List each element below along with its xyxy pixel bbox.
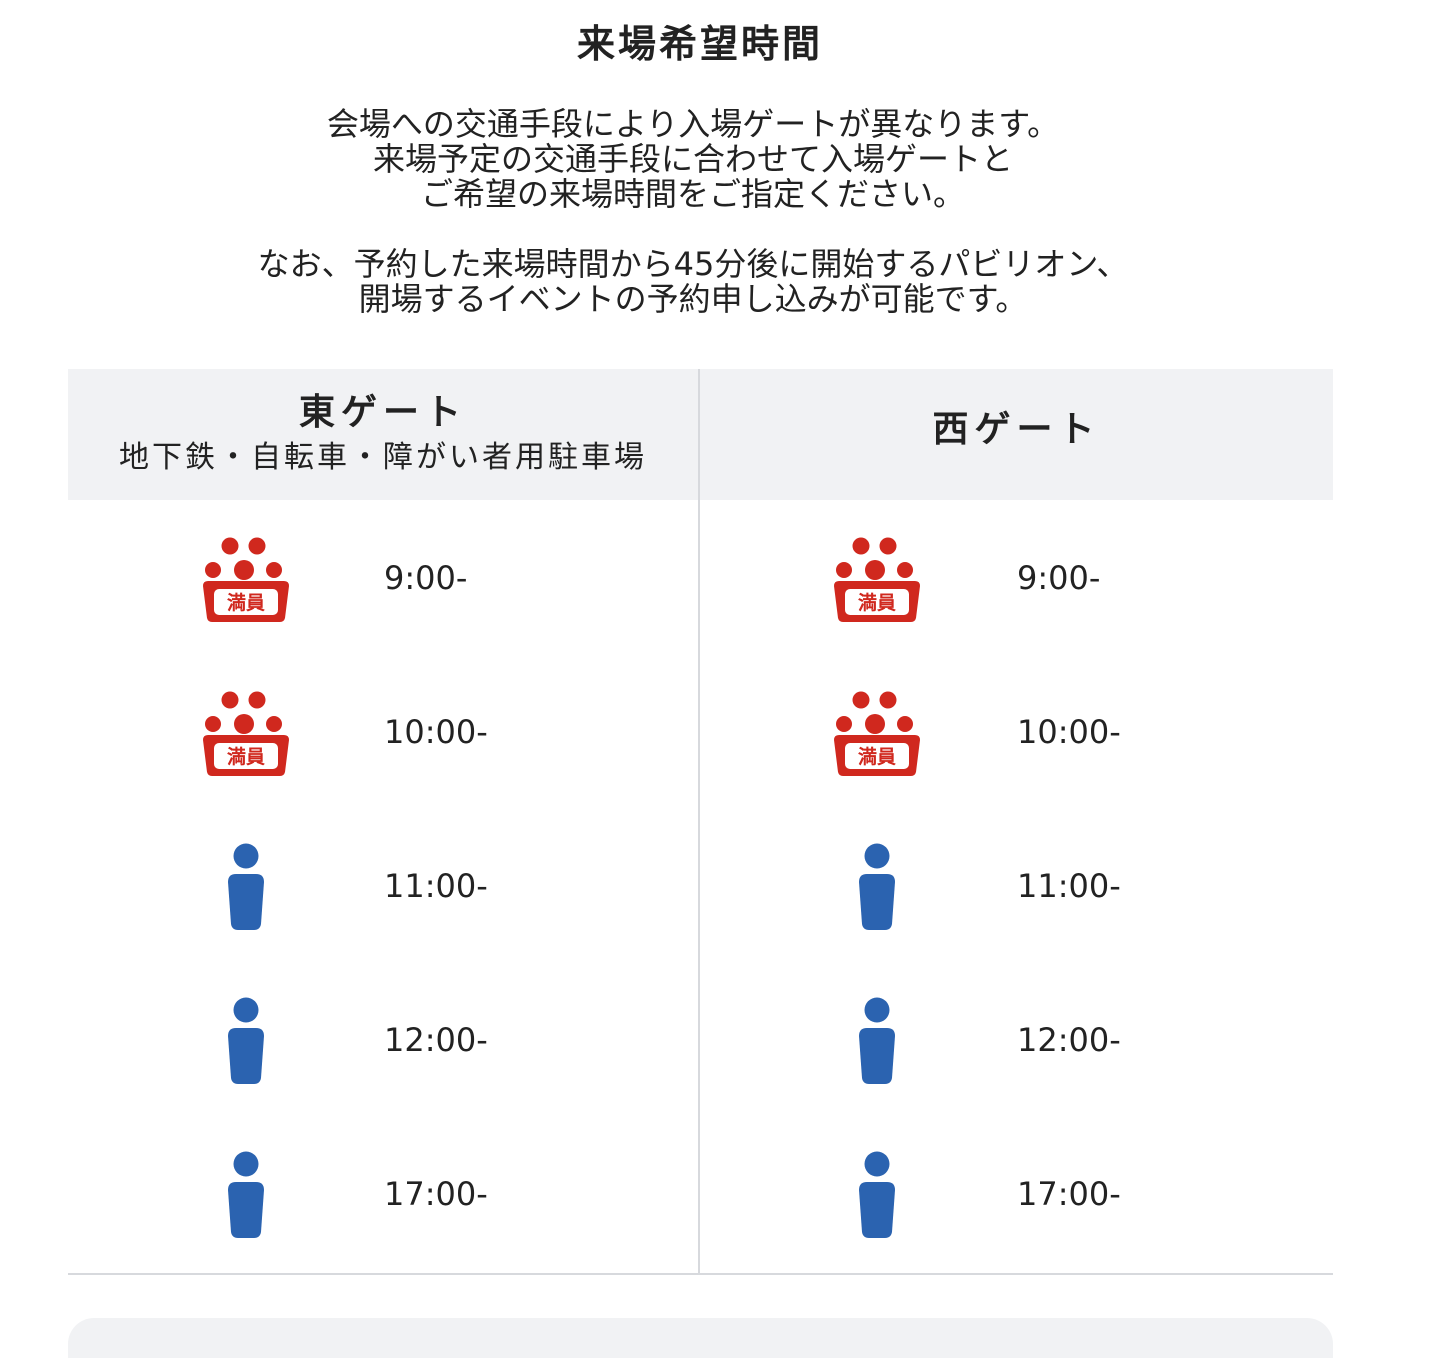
person-icon	[832, 996, 922, 1086]
time-slot-label: 10:00-	[1017, 713, 1121, 751]
svg-text:満員: 満員	[858, 746, 896, 768]
time-slot-option[interactable]: 11:00-	[68, 810, 698, 964]
time-slot-option[interactable]: 満員 10:00-	[68, 656, 698, 810]
person-icon	[201, 996, 291, 1086]
intro-text-reservation: なお、予約した来場時間から45分後に開始するパビリオン、 開場するイベントの予約…	[0, 247, 1386, 317]
person-icon	[201, 842, 291, 932]
time-slot-label: 11:00-	[1017, 867, 1121, 905]
east-gate-header: 東ゲート 地下鉄・自転車・障がい者用駐車場	[68, 369, 698, 500]
intro-line: 開場するイベントの予約申し込みが可能です。	[358, 280, 1028, 318]
time-slot-option[interactable]: 17:00-	[700, 1118, 1333, 1272]
time-slot-option[interactable]: 満員 9:00-	[68, 502, 698, 656]
time-slot-option[interactable]: 12:00-	[68, 964, 698, 1118]
intro-text-gates: 会場への交通手段により入場ゲートが異なります。 来場予定の交通手段に合わせて入場…	[0, 107, 1386, 212]
full-crowd-icon: 満員	[201, 688, 291, 778]
time-slot-option[interactable]: 17:00-	[68, 1118, 698, 1272]
gate-time-table: 東ゲート 地下鉄・自転車・障がい者用駐車場 西ゲート 満員 9:00- 満員 10:0…	[68, 369, 1333, 1275]
intro-line: ご希望の来場時間をご指定ください。	[420, 175, 965, 213]
west-gate-name: 西ゲート	[932, 409, 1101, 450]
person-icon	[201, 1150, 291, 1240]
intro-line: 会場への交通手段により入場ゲートが異なります。	[326, 105, 1060, 143]
east-gate-name: 東ゲート	[298, 392, 467, 433]
full-crowd-icon: 満員	[201, 534, 291, 624]
time-slot-option[interactable]: 11:00-	[700, 810, 1333, 964]
time-slot-label: 17:00-	[384, 1175, 488, 1213]
west-gate-header: 西ゲート	[700, 369, 1333, 500]
intro-line: なお、予約した来場時間から45分後に開始するパビリオン、	[257, 245, 1129, 283]
time-slot-label: 12:00-	[1017, 1021, 1121, 1059]
full-crowd-icon: 満員	[832, 534, 922, 624]
time-slot-option[interactable]: 満員 10:00-	[700, 656, 1333, 810]
svg-text:満員: 満員	[227, 746, 265, 768]
time-slot-label: 17:00-	[1017, 1175, 1121, 1213]
svg-text:満員: 満員	[227, 592, 265, 614]
time-slot-label: 10:00-	[384, 713, 488, 751]
time-slot-label: 12:00-	[384, 1021, 488, 1059]
time-slot-option[interactable]: 12:00-	[700, 964, 1333, 1118]
person-icon	[832, 1150, 922, 1240]
page-title: 来場希望時間	[576, 22, 823, 66]
time-slot-label: 9:00-	[384, 559, 468, 597]
svg-text:満員: 満員	[858, 592, 896, 614]
time-slot-label: 11:00-	[384, 867, 488, 905]
time-slot-label: 9:00-	[1017, 559, 1101, 597]
visit-time-page: 来場希望時間 会場への交通手段により入場ゲートが異なります。 来場予定の交通手段…	[0, 0, 1430, 1358]
full-crowd-icon: 満員	[832, 688, 922, 778]
bottom-panel	[68, 1318, 1333, 1358]
time-slot-option[interactable]: 満員 9:00-	[700, 502, 1333, 656]
intro-line: 来場予定の交通手段に合わせて入場ゲートと	[372, 140, 1013, 178]
person-icon	[832, 842, 922, 932]
east-gate-subtitle: 地下鉄・自転車・障がい者用駐車場	[119, 440, 647, 475]
